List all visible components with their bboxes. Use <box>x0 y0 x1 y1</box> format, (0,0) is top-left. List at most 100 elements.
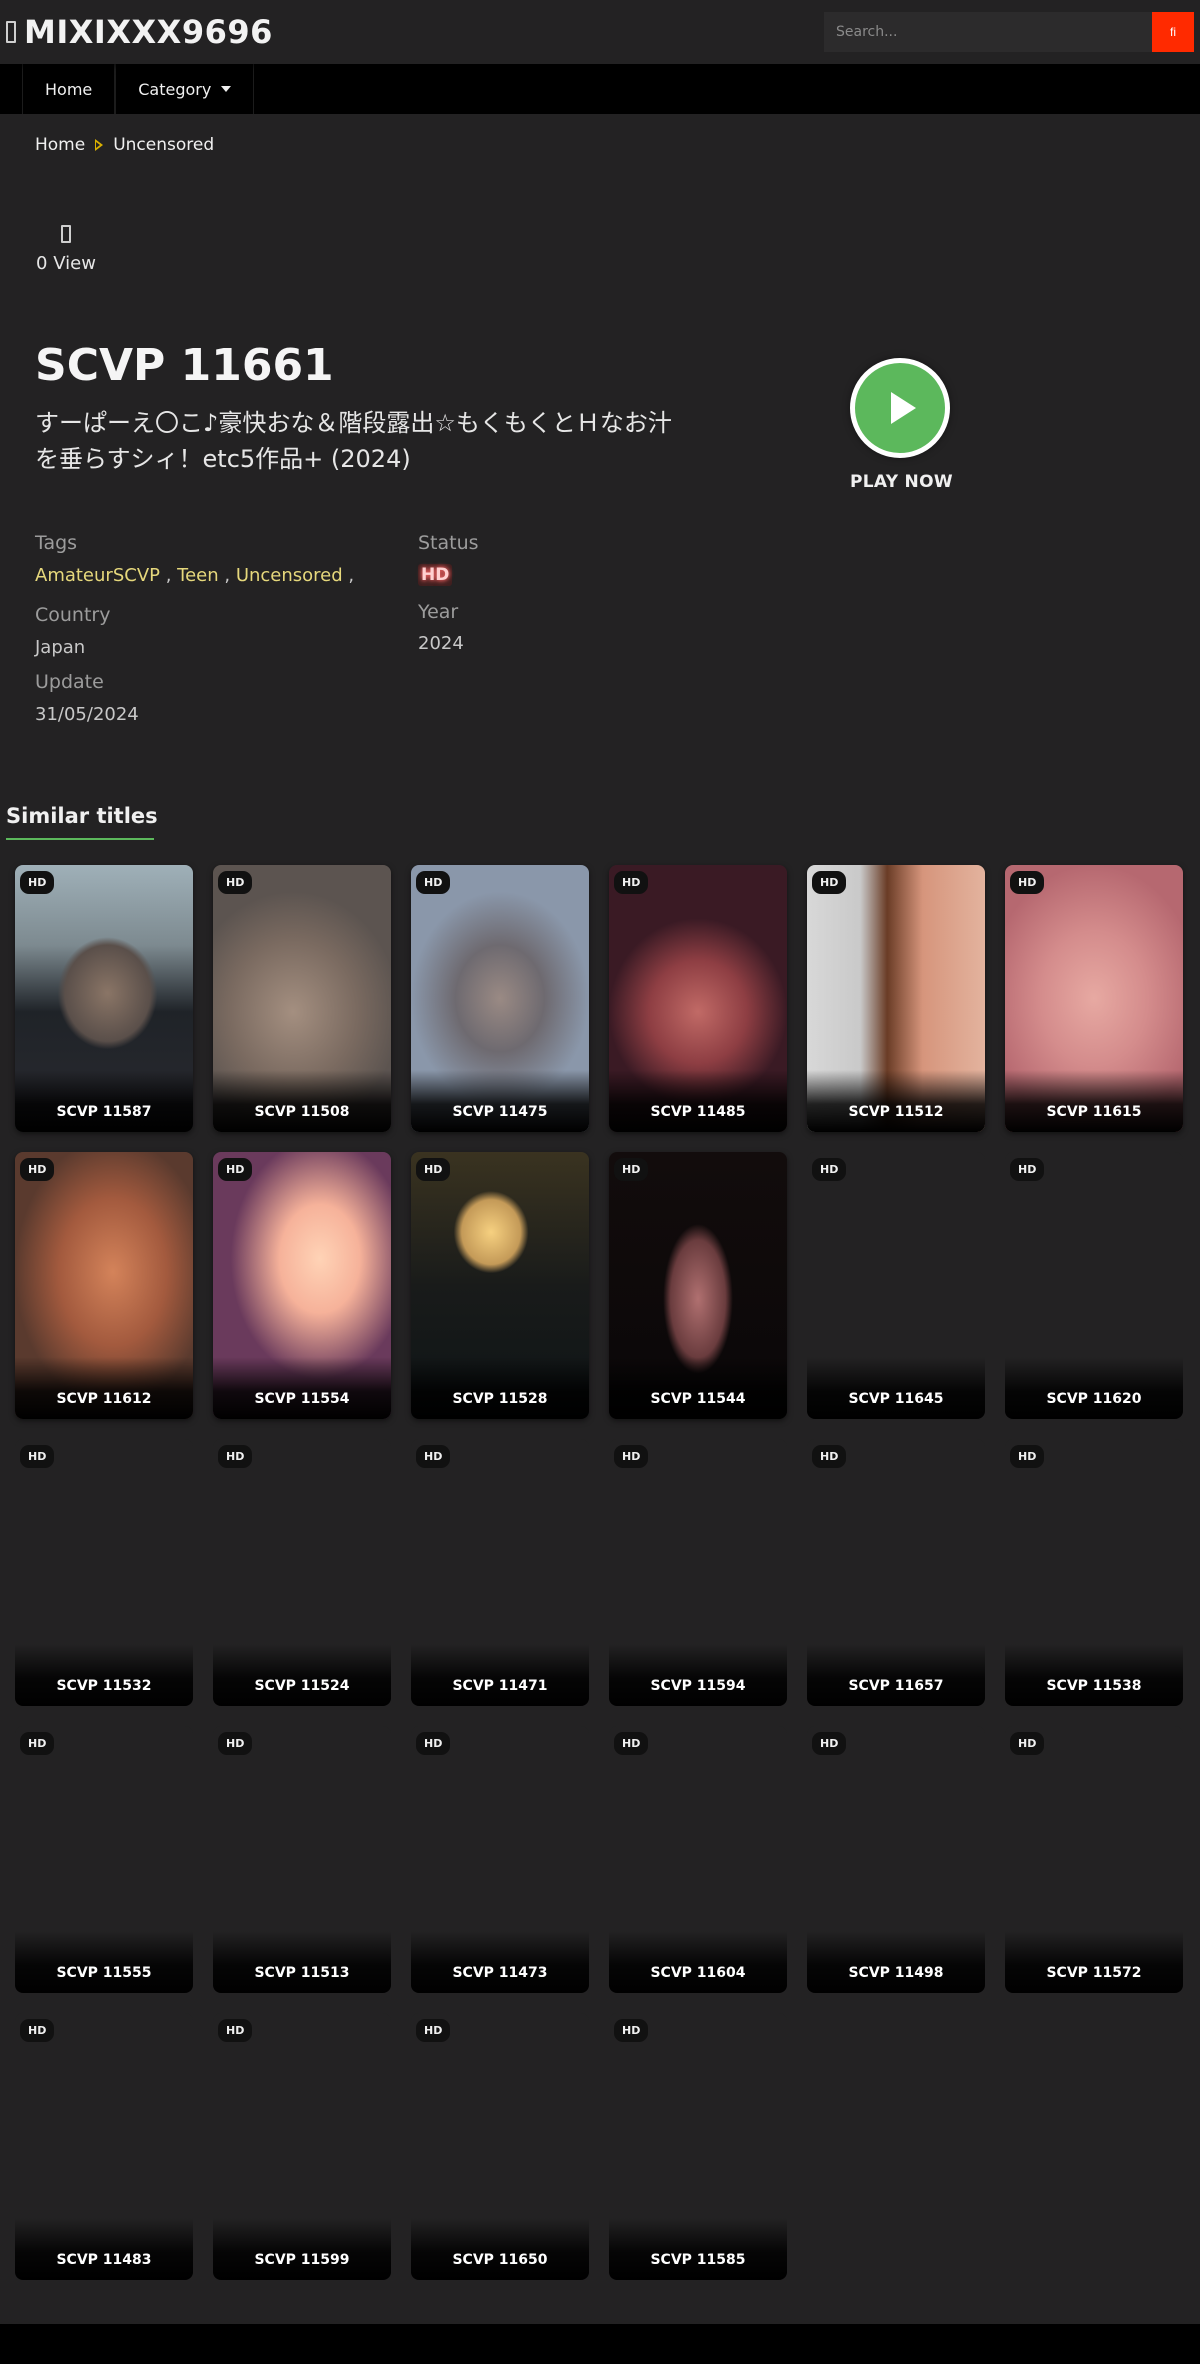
tag-link[interactable]: AmateurSCVP <box>35 565 160 586</box>
footer-bar <box>0 2324 1200 2364</box>
breadcrumb-separator-icon <box>95 139 104 151</box>
card-title: SCVP 11612 <box>15 1357 193 1419</box>
nav-item-label: Category <box>138 79 212 99</box>
hd-badge: HD <box>614 871 649 894</box>
card-title: SCVP 11473 <box>411 1931 589 1993</box>
year-label: Year <box>418 601 459 623</box>
video-card[interactable]: HD SCVP 11512 <box>807 865 985 1132</box>
video-card[interactable]: HD SCVP 11554 <box>213 1152 391 1419</box>
card-title: SCVP 11650 <box>411 2218 589 2280</box>
year-value: 2024 <box>418 633 464 654</box>
breadcrumb-home[interactable]: Home <box>35 135 85 155</box>
video-card[interactable]: HD SCVP 11473 <box>411 1726 589 1993</box>
hd-badge: HD <box>416 1732 451 1755</box>
hd-badge: HD <box>416 2019 451 2042</box>
hd-badge: HD <box>1010 1732 1045 1755</box>
video-card[interactable]: HD SCVP 11604 <box>609 1726 787 1993</box>
tags-label: Tags <box>35 532 78 554</box>
video-card[interactable]: HD SCVP 11657 <box>807 1439 985 1706</box>
card-title: SCVP 11585 <box>609 2218 787 2280</box>
video-card[interactable]: HD SCVP 11612 <box>15 1152 193 1419</box>
video-card[interactable]: HD SCVP 11528 <box>411 1152 589 1419</box>
card-title: SCVP 11475 <box>411 1070 589 1132</box>
video-card[interactable]: HD SCVP 11615 <box>1005 865 1183 1132</box>
card-title: SCVP 11471 <box>411 1644 589 1706</box>
tag-link[interactable]: Uncensored <box>236 565 343 586</box>
video-card[interactable]: HD SCVP 11544 <box>609 1152 787 1419</box>
status-label: Status <box>418 532 479 554</box>
card-title: SCVP 11587 <box>15 1070 193 1132</box>
card-title: SCVP 11615 <box>1005 1070 1183 1132</box>
card-title: SCVP 11604 <box>609 1931 787 1993</box>
video-card[interactable]: HD SCVP 11620 <box>1005 1152 1183 1419</box>
hd-badge: HD <box>416 871 451 894</box>
caret-down-icon <box>221 86 232 92</box>
logo-icon <box>6 21 16 43</box>
similar-grid: HD SCVP 11587 HD SCVP 11508 HD SCVP 11475 H… <box>15 865 1185 2280</box>
hd-badge: HD <box>812 1445 847 1468</box>
hd-badge: HD <box>1010 1445 1045 1468</box>
view-count: 0 View <box>36 253 96 274</box>
card-title: SCVP 11483 <box>15 2218 193 2280</box>
video-card[interactable]: HD SCVP 11650 <box>411 2013 589 2280</box>
card-title: SCVP 11645 <box>807 1357 985 1419</box>
country-value: Japan <box>35 637 86 658</box>
hd-badge: HD <box>218 1732 253 1755</box>
site-name: MIXIXXX9696 <box>24 13 273 51</box>
card-title: SCVP 11532 <box>15 1644 193 1706</box>
video-card[interactable]: HD SCVP 11587 <box>15 865 193 1132</box>
video-card[interactable]: HD SCVP 11475 <box>411 865 589 1132</box>
card-title: SCVP 11524 <box>213 1644 391 1706</box>
hd-badge: HD <box>614 1158 649 1181</box>
card-title: SCVP 11555 <box>15 1931 193 1993</box>
video-card[interactable]: HD SCVP 11485 <box>609 865 787 1132</box>
play-icon <box>891 392 916 424</box>
video-card[interactable]: HD SCVP 11599 <box>213 2013 391 2280</box>
video-card[interactable]: HD SCVP 11532 <box>15 1439 193 1706</box>
country-label: Country <box>35 604 111 626</box>
nav-item-label: Home <box>45 79 93 99</box>
card-title: SCVP 11572 <box>1005 1931 1183 1993</box>
hd-badge: HD <box>20 1732 55 1755</box>
search-icon: fi <box>1170 25 1176 39</box>
video-card[interactable]: HD SCVP 11508 <box>213 865 391 1132</box>
hd-badge: HD <box>20 1158 55 1181</box>
video-title: すーぱーえ〇こ♪豪快おな＆階段露出☆もくもくとＨなお汁を垂らすシィ！etc5作品… <box>35 409 672 473</box>
video-card[interactable]: HD SCVP 11538 <box>1005 1439 1183 1706</box>
card-title: SCVP 11599 <box>213 2218 391 2280</box>
view-counter: 0 View <box>36 225 96 274</box>
breadcrumb: Home Uncensored <box>0 135 1200 155</box>
play-button[interactable] <box>850 358 950 458</box>
play-now[interactable]: PLAY NOW <box>850 358 953 492</box>
search-button[interactable]: fi <box>1152 12 1194 52</box>
video-card[interactable]: HD SCVP 11555 <box>15 1726 193 1993</box>
video-code: SCVP 11661 <box>35 340 334 391</box>
search-bar: fi <box>824 12 1194 52</box>
breadcrumb-current[interactable]: Uncensored <box>113 135 214 155</box>
hd-badge: HD <box>218 2019 253 2042</box>
site-logo[interactable]: MIXIXXX9696 <box>6 13 273 51</box>
hd-badge: HD <box>218 1158 253 1181</box>
video-card[interactable]: HD SCVP 11513 <box>213 1726 391 1993</box>
video-card[interactable]: HD SCVP 11585 <box>609 2013 787 2280</box>
card-title: SCVP 11508 <box>213 1070 391 1132</box>
video-card[interactable]: HD SCVP 11471 <box>411 1439 589 1706</box>
card-title: SCVP 11538 <box>1005 1644 1183 1706</box>
site-header: MIXIXXX9696 fi <box>0 0 1200 64</box>
search-input[interactable] <box>824 12 1152 52</box>
main-nav: Home Category <box>0 64 1200 114</box>
eye-icon <box>61 225 71 243</box>
video-card[interactable]: HD SCVP 11572 <box>1005 1726 1183 1993</box>
nav-item-home[interactable]: Home <box>22 64 116 114</box>
video-card[interactable]: HD SCVP 11645 <box>807 1152 985 1419</box>
card-title: SCVP 11554 <box>213 1357 391 1419</box>
card-title: SCVP 11528 <box>411 1357 589 1419</box>
video-card[interactable]: HD SCVP 11594 <box>609 1439 787 1706</box>
tag-link[interactable]: Teen <box>177 565 219 586</box>
video-card[interactable]: HD SCVP 11498 <box>807 1726 985 1993</box>
video-card[interactable]: HD SCVP 11483 <box>15 2013 193 2280</box>
card-title: SCVP 11620 <box>1005 1357 1183 1419</box>
video-card[interactable]: HD SCVP 11524 <box>213 1439 391 1706</box>
card-title: SCVP 11498 <box>807 1931 985 1993</box>
nav-item-category[interactable]: Category <box>115 64 255 114</box>
